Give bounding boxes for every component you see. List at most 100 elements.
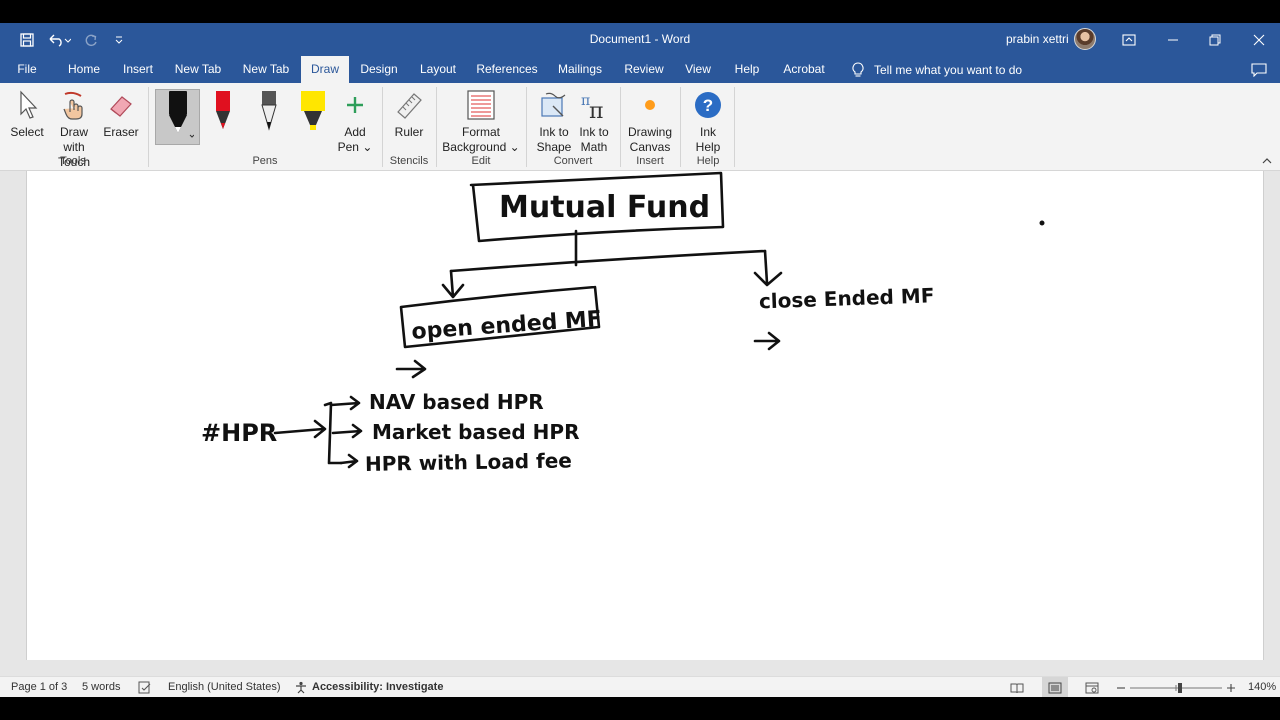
- add-pen-button[interactable]: Add Pen ⌄: [336, 88, 374, 155]
- tab-draw[interactable]: Draw: [301, 56, 349, 83]
- minimize-icon[interactable]: [1160, 23, 1186, 56]
- comments-icon[interactable]: [1248, 56, 1270, 83]
- tab-references[interactable]: References: [474, 56, 540, 83]
- select-label: Select: [10, 125, 44, 139]
- tab-review[interactable]: Review: [620, 56, 668, 83]
- add-pen-label-text: Pen: [337, 140, 359, 154]
- customize-qat-icon[interactable]: [110, 23, 128, 56]
- tab-design[interactable]: Design: [356, 56, 402, 83]
- avatar[interactable]: [1074, 28, 1096, 50]
- page-indicator[interactable]: Page 1 of 3: [11, 677, 67, 698]
- add-pen-label-2: Pen ⌄: [337, 140, 373, 154]
- group-label-edit: Edit: [471, 155, 491, 167]
- pen-highlighter[interactable]: [296, 89, 330, 133]
- title-bar: Document1 - Word prabin xettri: [0, 23, 1280, 56]
- ruler-icon: [397, 93, 422, 119]
- touch-draw-icon: [63, 91, 83, 120]
- zoom-slider[interactable]: [1130, 677, 1222, 698]
- collapse-ribbon-icon[interactable]: [1258, 153, 1276, 169]
- save-icon[interactable]: [14, 23, 40, 56]
- ruler-button[interactable]: Ruler: [390, 88, 428, 140]
- close-ended-ink-text: close Ended MF: [759, 283, 935, 313]
- ink-to-shape-button[interactable]: Ink to Shape: [534, 88, 574, 155]
- tab-mailings[interactable]: Mailings: [554, 56, 606, 83]
- ink-to-shape-icon: [541, 92, 566, 117]
- tab-new-tab-1[interactable]: New Tab: [170, 56, 226, 83]
- ink-to-math-label-2: Math: [580, 140, 608, 154]
- ribbon-display-options-icon[interactable]: [1118, 23, 1140, 56]
- connector-right-arrow: [753, 249, 783, 287]
- tab-file[interactable]: File: [10, 56, 44, 83]
- tab-new-tab-2[interactable]: New Tab: [238, 56, 294, 83]
- ink-to-math-button[interactable]: ππ Ink to Math: [574, 88, 614, 155]
- word-count[interactable]: 5 words: [82, 677, 121, 698]
- open-ended-arrow: [395, 359, 427, 379]
- ink-to-math-icon: ππ: [581, 93, 603, 120]
- lightbulb-icon: [852, 61, 864, 77]
- black-pen-icon: [169, 91, 194, 138]
- ribbon-separator: [382, 87, 383, 167]
- ink-to-shape-label-1: Ink to: [539, 125, 569, 139]
- menu-bar: File Home Insert New Tab New Tab Draw De…: [0, 56, 1280, 83]
- user-name[interactable]: prabin xettri: [1006, 23, 1069, 56]
- select-arrow-icon: [20, 90, 38, 119]
- hpr-load-fee-ink-text: HPR with Load fee: [365, 448, 572, 476]
- eraser-label: Eraser: [103, 125, 139, 139]
- group-label-pens: Pens: [252, 155, 278, 167]
- select-button[interactable]: Select: [8, 88, 46, 140]
- redo-icon[interactable]: [80, 23, 102, 56]
- connector-left-arrow: [441, 269, 465, 299]
- plus-icon: [347, 97, 363, 113]
- tab-view[interactable]: View: [680, 56, 716, 83]
- accessibility-status[interactable]: Accessibility: Investigate: [294, 677, 443, 698]
- group-label-tools: Tools: [60, 155, 86, 167]
- proofing-icon[interactable]: [138, 677, 152, 698]
- brace-arrow-1: [329, 395, 361, 411]
- connector-horizontal: [449, 249, 767, 273]
- zoom-in-icon[interactable]: [1226, 677, 1236, 698]
- format-background-label-2: Background ⌄: [442, 140, 520, 154]
- read-mode-icon[interactable]: [1010, 677, 1024, 698]
- group-label-stencils: Stencils: [389, 155, 429, 167]
- document-area: Mutual Fund open ended MF close Ended MF…: [0, 171, 1280, 676]
- ink-help-button[interactable]: ? Ink Help: [688, 88, 728, 155]
- mutual-fund-ink-text: Mutual Fund: [499, 190, 710, 225]
- print-layout-icon[interactable]: [1042, 677, 1068, 698]
- ribbon-separator: [680, 87, 681, 167]
- web-layout-icon[interactable]: [1085, 677, 1099, 698]
- tab-help[interactable]: Help: [730, 56, 764, 83]
- zoom-out-icon[interactable]: [1116, 677, 1126, 698]
- tab-acrobat[interactable]: Acrobat: [778, 56, 830, 83]
- tab-home[interactable]: Home: [62, 56, 106, 83]
- language-indicator[interactable]: English (United States): [168, 677, 281, 698]
- add-pen-label-1: Add: [344, 125, 366, 139]
- ruler-label: Ruler: [394, 125, 424, 139]
- ink-dot: [1039, 220, 1045, 226]
- tab-layout[interactable]: Layout: [416, 56, 460, 83]
- bottom-letterbox: [0, 697, 1280, 720]
- draw-with-touch-label-1: Draw with: [59, 125, 88, 154]
- ribbon-separator: [620, 87, 621, 167]
- status-bar: Page 1 of 3 5 words English (United Stat…: [0, 676, 1280, 698]
- format-background-button[interactable]: Format Background ⌄: [442, 88, 520, 155]
- drawing-canvas-icon: [645, 100, 655, 110]
- undo-button[interactable]: [44, 23, 74, 56]
- zoom-level[interactable]: 140%: [1248, 677, 1276, 698]
- group-label-help: Help: [696, 155, 720, 167]
- restore-icon[interactable]: [1202, 23, 1228, 56]
- tab-insert[interactable]: Insert: [118, 56, 158, 83]
- pen-black[interactable]: [158, 89, 198, 143]
- help-icon: ?: [695, 92, 721, 118]
- close-icon[interactable]: [1246, 23, 1272, 56]
- document-page[interactable]: Mutual Fund open ended MF close Ended MF…: [26, 171, 1264, 660]
- undo-icon: [49, 34, 71, 47]
- ribbon-separator: [526, 87, 527, 167]
- pen-gray[interactable]: [252, 89, 286, 133]
- eraser-icon: [110, 96, 132, 117]
- pen-red[interactable]: [206, 89, 240, 133]
- ink-to-shape-label-2: Shape: [536, 140, 572, 154]
- drawing-canvas-button[interactable]: Drawing Canvas: [626, 88, 674, 155]
- zoom-slider-thumb[interactable]: [1178, 682, 1182, 693]
- tell-me-search[interactable]: Tell me what you want to do: [852, 56, 1022, 83]
- eraser-button[interactable]: Eraser: [102, 88, 140, 140]
